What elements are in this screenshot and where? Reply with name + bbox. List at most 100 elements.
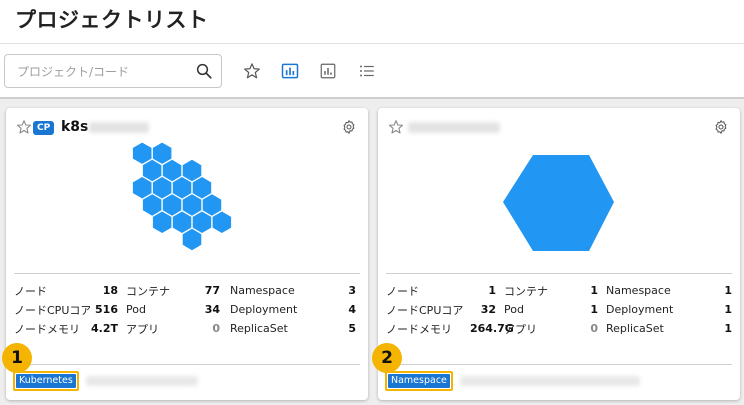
stats-row: ノードメモリ 4.2T アプリ 0 ReplicaSet 5 (14, 319, 360, 338)
stat-value: 0 (590, 322, 598, 335)
stat-label: ノード (386, 284, 419, 298)
node-hexagon (192, 211, 212, 233)
redacted-tag (86, 376, 198, 386)
node-hexagon (182, 194, 202, 216)
toolbar-shadow (0, 97, 744, 99)
node-hexagon (172, 211, 192, 233)
project-card[interactable]: CP k8s ノード 18 コンテナ 77 Namespace 3 ノードCPUコア 516 P… (6, 108, 368, 400)
redacted-name (89, 122, 149, 133)
node-hexagon (182, 159, 202, 182)
stat-value: 1 (724, 322, 732, 335)
chart-box-icon (320, 63, 336, 79)
list-view-button[interactable] (356, 60, 378, 82)
stat-value: 1 (488, 284, 496, 297)
node-hexagon (132, 177, 152, 199)
node-honeycomb (132, 142, 232, 251)
stat-label: Pod (504, 303, 524, 316)
stat-value: 5 (348, 322, 356, 335)
stat-value: 1 (724, 284, 732, 297)
node-hexagon (212, 211, 232, 233)
star-icon (244, 63, 260, 79)
node-hexagon (162, 159, 182, 182)
favorite-filter-button[interactable] (241, 60, 263, 82)
stat-label: ノードメモリ (14, 322, 80, 336)
search-box[interactable] (4, 54, 222, 88)
node-hexagon (202, 194, 222, 216)
stat-label: コンテナ (126, 284, 170, 298)
stat-label: Deployment (230, 303, 298, 316)
star-icon[interactable] (388, 119, 404, 135)
redacted-name (408, 122, 500, 133)
stat-label: Namespace (606, 284, 671, 297)
node-hexagon (152, 211, 172, 233)
divider (386, 364, 732, 365)
stat-label: アプリ (126, 322, 159, 336)
stats-row: ノードメモリ 264.7G アプリ 0 ReplicaSet 1 (386, 319, 732, 338)
tag-highlight: Namespace (385, 371, 453, 391)
stat-label: コンテナ (504, 284, 548, 298)
stat-label: Deployment (606, 303, 674, 316)
control-plane-badge: CP (33, 121, 55, 135)
project-name[interactable]: k8s (61, 119, 88, 135)
stat-value: 1 (724, 303, 732, 316)
node-hexagon (152, 142, 172, 164)
stat-value: 1 (590, 284, 598, 297)
stats-row: ノードCPUコア 32 Pod 1 Deployment 1 (386, 300, 732, 319)
node-hexagon (132, 142, 152, 164)
stat-value: 264.7G (470, 322, 514, 335)
node-hexagon (152, 177, 172, 199)
stat-label: Namespace (230, 284, 295, 297)
stat-label: アプリ (504, 322, 537, 336)
stats-row: ノードCPUコア 516 Pod 34 Deployment 4 (14, 300, 360, 319)
divider (14, 273, 360, 274)
stat-value: 0 (212, 322, 220, 335)
node-honeycomb (503, 155, 614, 251)
divider (386, 273, 732, 274)
stat-value: 18 (102, 284, 118, 297)
tag-highlight: Kubernetes (13, 371, 79, 391)
stat-label: ノードメモリ (386, 322, 452, 336)
gear-icon[interactable] (713, 119, 729, 135)
node-hexagon (172, 177, 192, 199)
stat-value: 4.2T (91, 322, 118, 335)
header-divider (0, 43, 744, 44)
stat-label: ノードCPUコア (14, 303, 90, 317)
stat-label: ReplicaSet (606, 322, 664, 335)
node-hexagon (142, 159, 162, 182)
node-hexagon (162, 194, 182, 216)
stat-value: 4 (348, 303, 356, 316)
stat-label: ノード (14, 284, 47, 298)
callout-badge: 1 (2, 343, 32, 373)
star-icon[interactable] (16, 119, 32, 135)
stat-value: 34 (204, 303, 220, 316)
node-hexagon (503, 155, 614, 251)
namespace-tag[interactable]: Namespace (388, 374, 450, 388)
stat-label: ノードCPUコア (386, 303, 464, 317)
redacted-tag (460, 376, 640, 386)
list-icon (360, 65, 374, 77)
stat-value: 32 (480, 303, 496, 316)
stat-label: ReplicaSet (230, 322, 288, 335)
page-title: プロジェクトリスト (15, 8, 209, 32)
stats-row: ノード 18 コンテナ 77 Namespace 3 (14, 281, 360, 300)
header-bar: プロジェクトリスト (0, 0, 744, 98)
stat-value: 3 (348, 284, 356, 297)
stat-value: 516 (95, 303, 118, 316)
divider (14, 364, 360, 365)
stats-table: ノード 1 コンテナ 1 Namespace 1 ノードCPUコア 32 Pod 1 Deploym… (386, 281, 732, 338)
bar-chart-icon (281, 63, 299, 79)
node-hexagon (182, 228, 202, 251)
search-input[interactable] (17, 62, 187, 82)
kubernetes-tag[interactable]: Kubernetes (16, 374, 76, 388)
node-hexagon (192, 177, 212, 199)
stats-table: ノード 18 コンテナ 77 Namespace 3 ノードCPUコア 516 Pod 34 Dep… (14, 281, 360, 338)
card-view-button[interactable] (279, 60, 301, 82)
stats-row: ノード 1 コンテナ 1 Namespace 1 (386, 281, 732, 300)
stat-value: 77 (204, 284, 220, 297)
gear-icon[interactable] (341, 119, 357, 135)
stat-value: 1 (590, 303, 598, 316)
search-icon[interactable] (195, 62, 213, 80)
project-card[interactable]: ノード 1 コンテナ 1 Namespace 1 ノードCPUコア 32 Pod 1 Deploym… (378, 108, 740, 400)
stat-label: Pod (126, 303, 146, 316)
chart-view-button[interactable] (317, 60, 339, 82)
